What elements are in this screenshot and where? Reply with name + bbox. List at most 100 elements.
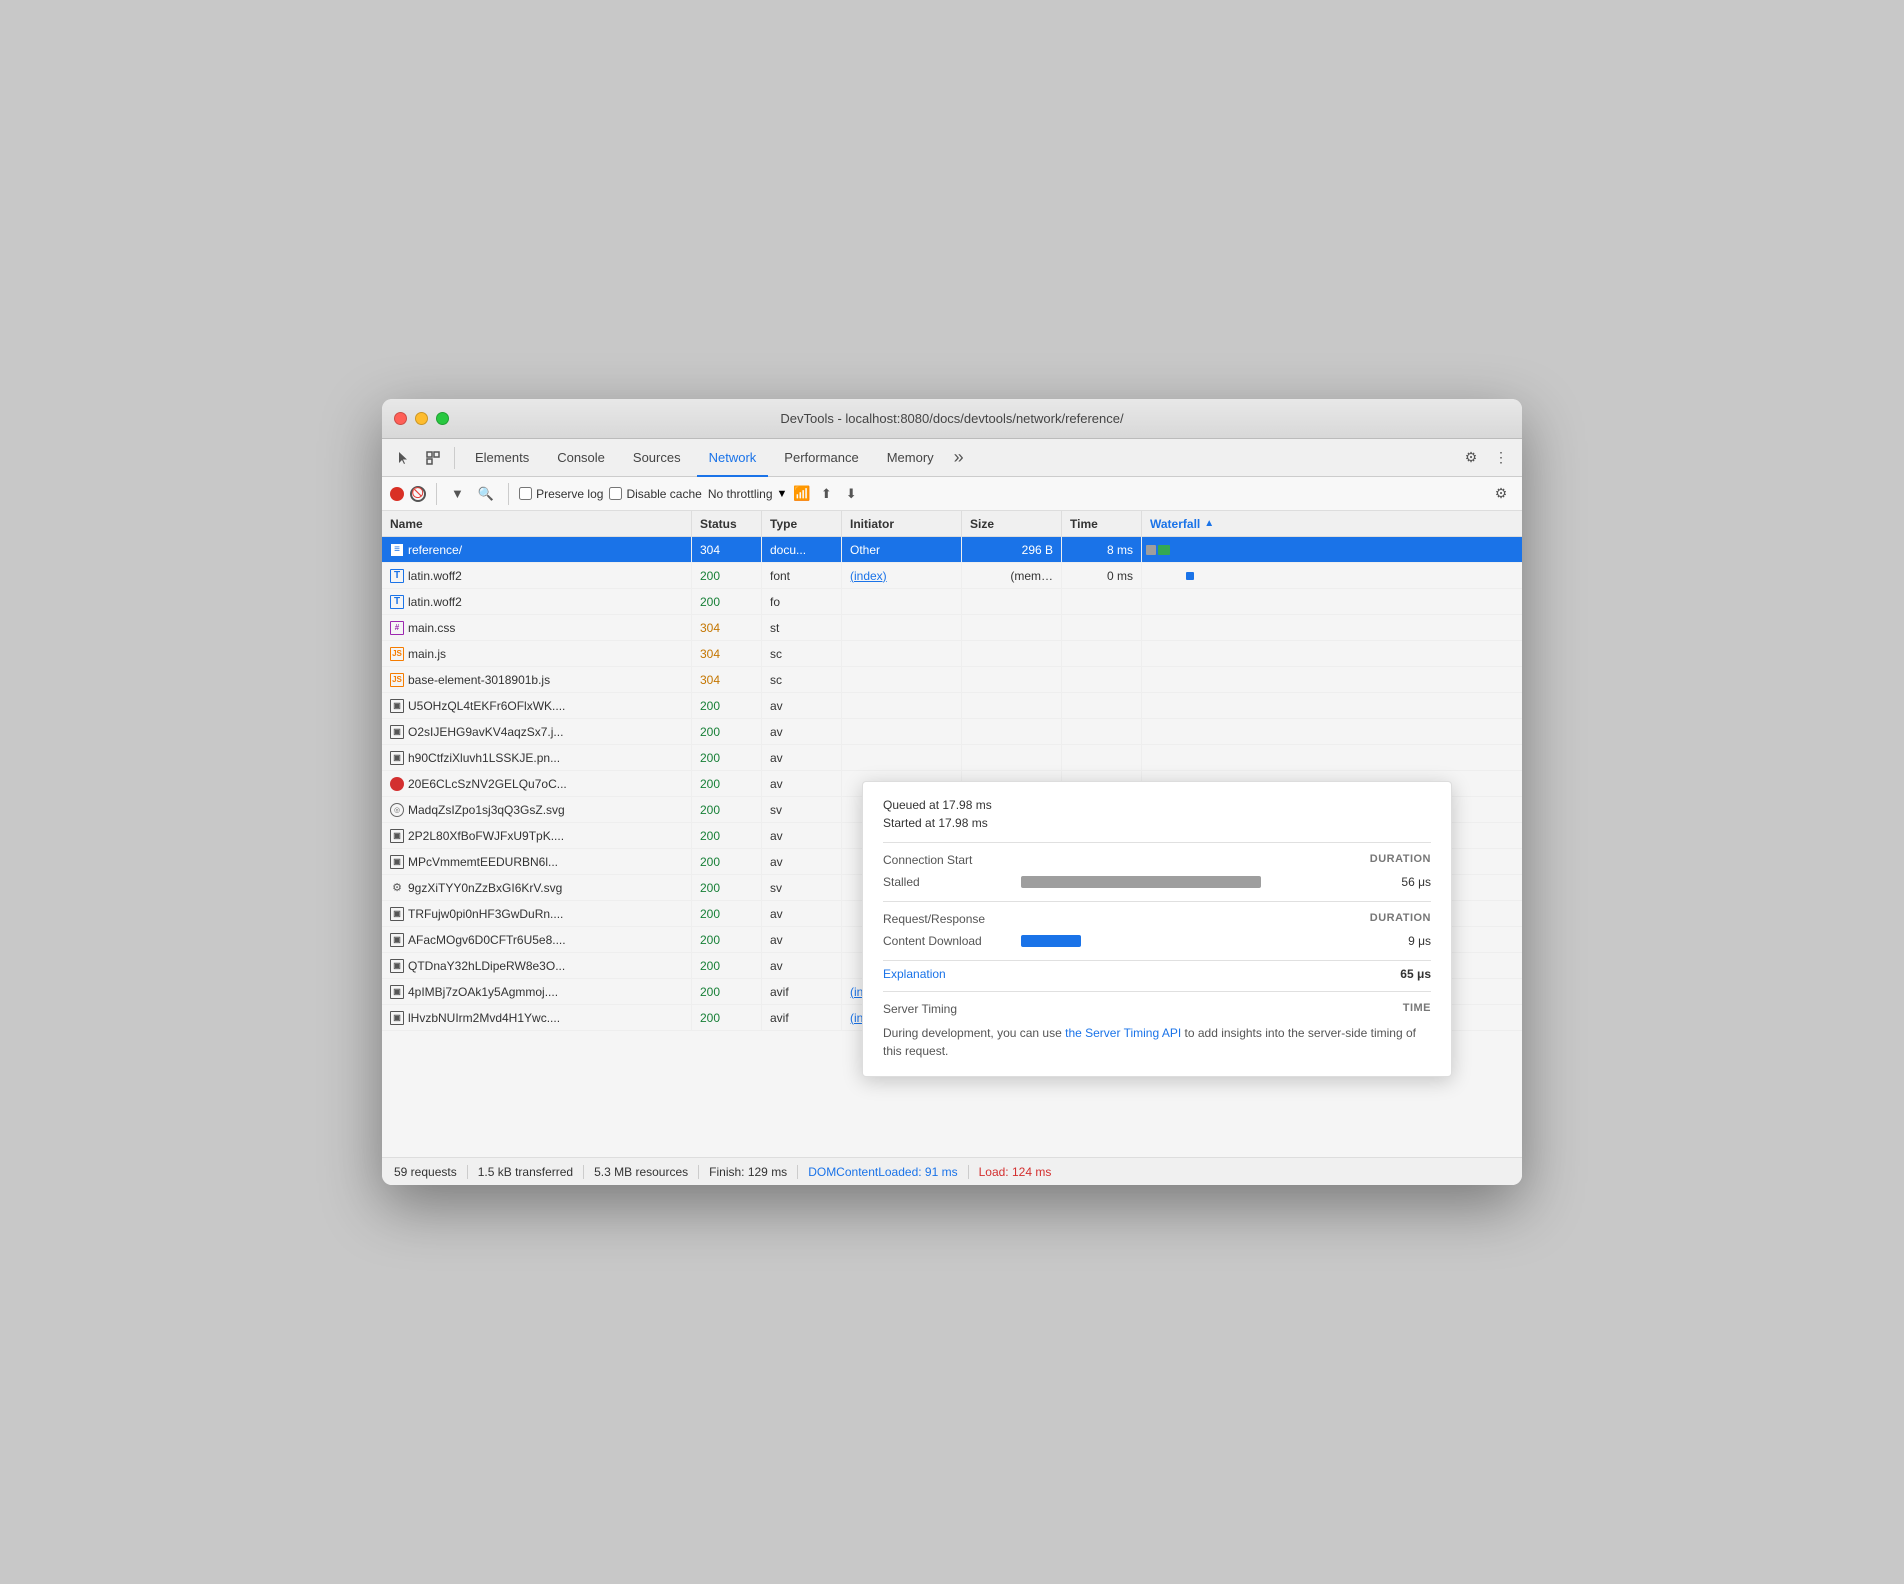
cell-size: 296 B [962, 537, 1062, 562]
search-icon[interactable]: 🔍 [474, 484, 498, 504]
toolbar-separator-2 [436, 483, 437, 505]
cell-type: sv [762, 875, 842, 900]
cell-status: 200 [692, 901, 762, 926]
content-download-label: Content Download [883, 934, 1013, 948]
server-timing-label: Server Timing [883, 1002, 957, 1016]
cell-type: sv [762, 797, 842, 822]
cell-waterfall [1142, 589, 1522, 614]
settings-icon[interactable]: ⚙ [1458, 445, 1484, 471]
more-tabs-button[interactable]: » [950, 447, 968, 468]
cell-status: 200 [692, 563, 762, 588]
cell-status: 200 [692, 979, 762, 1004]
content-download-bar [1021, 935, 1081, 947]
svg-circle-icon: ◎ [390, 803, 404, 817]
cell-status: 200 [692, 953, 762, 978]
tab-performance[interactable]: Performance [772, 439, 870, 477]
cell-status: 200 [692, 693, 762, 718]
connection-start-label: Connection Start [883, 853, 972, 867]
network-settings-icon[interactable]: ⚙ [1488, 481, 1514, 507]
cell-waterfall [1142, 667, 1522, 692]
col-name[interactable]: Name [382, 511, 692, 536]
col-type[interactable]: Type [762, 511, 842, 536]
cell-initiator [842, 589, 962, 614]
toolbar-separator-3 [508, 483, 509, 505]
requests-count: 59 requests [394, 1165, 468, 1179]
stalled-bar [1021, 876, 1261, 888]
server-timing-api-link[interactable]: the Server Timing API [1065, 1026, 1181, 1040]
inspect-icon[interactable] [420, 445, 446, 471]
cell-type: av [762, 953, 842, 978]
col-time[interactable]: Time [1062, 511, 1142, 536]
col-status[interactable]: Status [692, 511, 762, 536]
dom-content-loaded: DOMContentLoaded: 91 ms [798, 1165, 968, 1179]
resources-size: 5.3 MB resources [584, 1165, 699, 1179]
cell-type: av [762, 693, 842, 718]
img-icon: ▣ [390, 985, 404, 999]
cell-waterfall [1142, 615, 1522, 640]
cell-waterfall [1142, 563, 1522, 588]
cell-status: 304 [692, 615, 762, 640]
red-dot-icon [390, 777, 404, 791]
col-waterfall[interactable]: Waterfall ▲ [1142, 511, 1522, 536]
table-row[interactable]: T latin.woff2 200 font (index) (mem… 0 m… [382, 563, 1522, 589]
window-controls [394, 412, 449, 425]
cell-type: av [762, 823, 842, 848]
disable-cache-checkbox[interactable]: Disable cache [609, 487, 701, 501]
img-icon: ▣ [390, 933, 404, 947]
img-icon: ▣ [390, 699, 404, 713]
cell-status: 200 [692, 771, 762, 796]
more-options-icon[interactable]: ⋮ [1488, 445, 1514, 471]
load-time: Load: 124 ms [969, 1165, 1062, 1179]
preserve-log-checkbox[interactable]: Preserve log [519, 487, 603, 501]
cell-status: 200 [692, 875, 762, 900]
download-icon[interactable]: ⬇ [842, 484, 861, 504]
table-row[interactable]: ▣ U5OHzQL4tEKFr6OFlxWK.... 200 av [382, 693, 1522, 719]
stalled-duration: 56 μs [1371, 875, 1431, 889]
cell-name: ⚙ 9gzXiTYY0nZzBxGI6KrV.svg [382, 875, 692, 900]
content-download-bar-container [1021, 935, 1363, 947]
table-row[interactable]: ≡ reference/ 304 docu... Other 296 B 8 m… [382, 537, 1522, 563]
cell-type: st [762, 615, 842, 640]
explanation-link[interactable]: Explanation [883, 967, 946, 981]
table-row[interactable]: JS base-element-3018901b.js 304 sc [382, 667, 1522, 693]
table-row[interactable]: ▣ h90CtfziXluvh1LSSKJE.pn... 200 av [382, 745, 1522, 771]
cell-status: 200 [692, 849, 762, 874]
tab-memory[interactable]: Memory [875, 439, 946, 477]
cell-time [1062, 667, 1142, 692]
minimize-button[interactable] [415, 412, 428, 425]
cell-size [962, 615, 1062, 640]
tab-sources[interactable]: Sources [621, 439, 693, 477]
cell-initiator [842, 693, 962, 718]
cell-initiator: (index) [842, 563, 962, 588]
cell-type: sc [762, 641, 842, 666]
cell-name: ◎ MadqZsIZpo1sj3qQ3GsZ.svg [382, 797, 692, 822]
throttle-arrow: ▼ [777, 488, 788, 500]
cursor-icon[interactable] [390, 445, 416, 471]
tab-elements[interactable]: Elements [463, 439, 541, 477]
queued-at-text: Queued at 17.98 ms [883, 798, 1431, 812]
filter-icon[interactable]: ▼ [447, 484, 468, 503]
col-size[interactable]: Size [962, 511, 1062, 536]
cell-initiator [842, 615, 962, 640]
cell-type: avif [762, 1005, 842, 1030]
cell-status: 304 [692, 641, 762, 666]
table-header: Name Status Type Initiator Size Time Wat… [382, 511, 1522, 537]
cell-type: font [762, 563, 842, 588]
table-row[interactable]: ▣ O2sIJEHG9avKV4aqzSx7.j... 200 av [382, 719, 1522, 745]
toolbar-separator-1 [454, 447, 455, 469]
close-button[interactable] [394, 412, 407, 425]
record-button[interactable] [390, 487, 404, 501]
upload-icon[interactable]: ⬆ [817, 484, 836, 504]
tab-console[interactable]: Console [545, 439, 617, 477]
cell-type: sc [762, 667, 842, 692]
tab-network[interactable]: Network [697, 439, 769, 477]
col-initiator[interactable]: Initiator [842, 511, 962, 536]
maximize-button[interactable] [436, 412, 449, 425]
cell-status: 200 [692, 1005, 762, 1030]
gear-icon: ⚙ [390, 881, 404, 895]
table-row[interactable]: T latin.woff2 200 fo [382, 589, 1522, 615]
block-button[interactable]: 🚫 [410, 486, 426, 502]
table-row[interactable]: JS main.js 304 sc [382, 641, 1522, 667]
cell-name: ▣ MPcVmmemtEEDURBN6l... [382, 849, 692, 874]
table-row[interactable]: # main.css 304 st [382, 615, 1522, 641]
